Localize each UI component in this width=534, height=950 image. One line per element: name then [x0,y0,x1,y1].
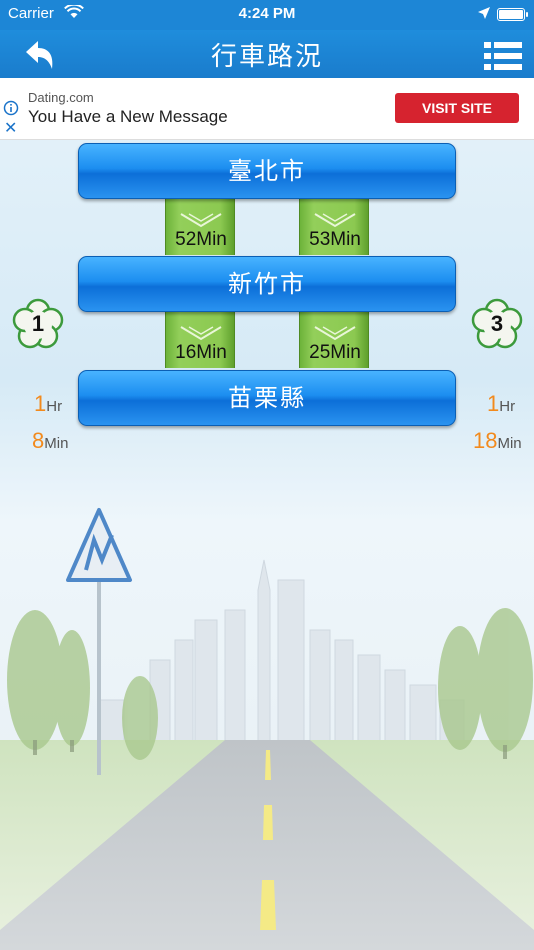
ad-close-icon[interactable]: ✕ [4,120,17,136]
minutes-unit: Min [44,435,69,452]
location-arrow-icon [478,7,490,19]
segment-taipei-hsinchu-left[interactable]: 52Min [165,198,235,255]
segment-hsinchu-miaoli-right[interactable]: 25Min [299,311,369,368]
hours-value: 1 [487,391,500,416]
left-total-minutes: 8Min [32,428,68,454]
segment-time: 25Min [309,342,361,363]
minutes-value: 18 [473,428,498,453]
info-icon[interactable] [3,100,19,116]
segment-time: 52Min [175,229,227,250]
minutes-unit: Min [497,435,522,452]
hours-unit: Hr [46,398,63,415]
page-title: 行車路況 [210,42,323,72]
menu-list-icon[interactable] [484,40,522,72]
ad-banner[interactable]: ✕ Dating.com You Have a New Message VISI… [0,78,534,140]
hours-unit: Hr [499,398,516,415]
segment-time: 16Min [175,342,227,363]
city-button-taipei[interactable]: 臺北市 [78,143,456,199]
chevron-down-icon [180,213,222,228]
clock: 4:24 PM [238,5,296,22]
chevron-down-icon [180,326,222,341]
city-button-miaoli[interactable]: 苗栗縣 [78,370,456,426]
route-number: 3 [490,311,504,336]
ad-source: Dating.com [28,90,94,105]
hours-value: 1 [34,391,47,416]
chevron-down-icon [314,213,356,228]
segment-time: 53Min [309,229,361,250]
segment-hsinchu-miaoli-left[interactable]: 16Min [165,311,235,368]
chevron-down-icon [314,326,356,341]
right-total-hours: 1Hr [487,391,515,417]
left-total-hours: 1Hr [34,391,62,417]
minutes-value: 8 [32,428,45,453]
status-bar: Carrier 4:24 PM [0,0,534,30]
right-total-minutes: 18Min [473,428,522,454]
nav-bar: 行車路況 [0,30,534,78]
route-badge-1[interactable]: 1 [11,298,65,352]
city-button-hsinchu[interactable]: 新竹市 [78,256,456,312]
segment-taipei-hsinchu-right[interactable]: 53Min [299,198,369,255]
route-badge-3[interactable]: 3 [470,298,524,352]
visit-site-button[interactable]: VISIT SITE [395,93,519,123]
route-number: 1 [31,311,45,336]
ad-message: You Have a New Message [28,107,228,126]
battery-icon [497,8,528,21]
